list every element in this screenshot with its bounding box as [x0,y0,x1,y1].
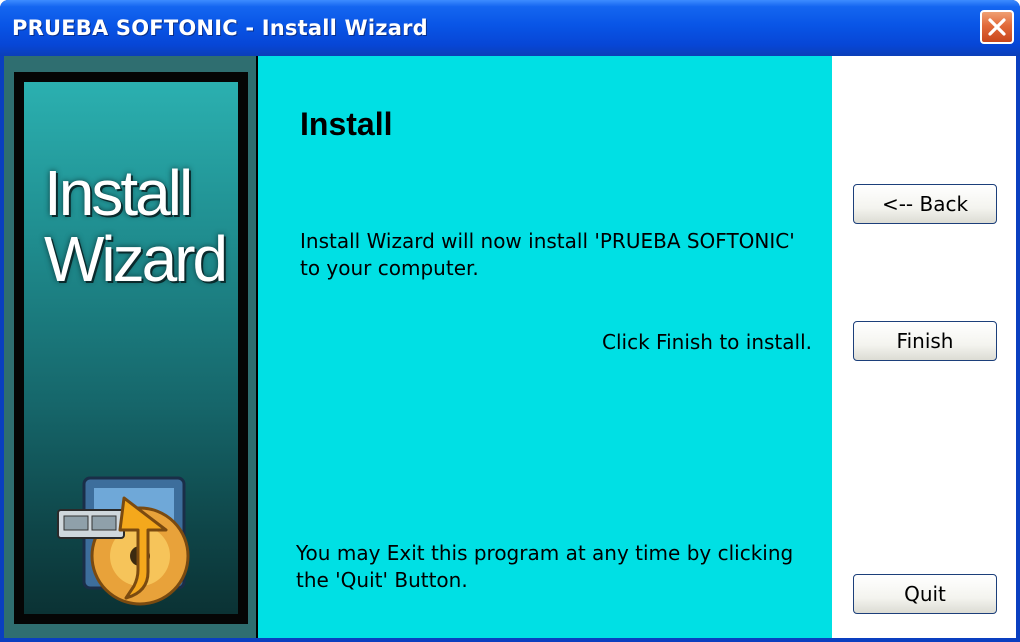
install-info-text: Install Wizard will now install 'PRUEBA … [300,229,795,280]
quit-button[interactable]: Quit [853,574,997,614]
window-title: PRUEBA SOFTONIC - Install Wizard [12,16,428,40]
wizard-banner: Install Wizard [14,72,248,624]
banner-line-1: Install [44,157,193,229]
finish-instruction: Click Finish to install. [602,330,812,354]
close-icon [988,18,1006,36]
exit-note-text: You may Exit this program at any time by… [296,541,794,592]
button-panel: <-- Back Finish Quit [832,56,1016,638]
wizard-content: Install Install Wizard will now install … [258,56,832,638]
finish-button[interactable]: Finish [853,321,997,361]
banner-line-2: Wizard [44,223,228,295]
install-disc-arrow-icon [57,476,190,606]
wizard-sidebar: Install Wizard [4,56,258,638]
installer-window: PRUEBA SOFTONIC - Install Wizard Install… [0,0,1020,642]
close-button[interactable] [980,10,1014,44]
title-bar[interactable]: PRUEBA SOFTONIC - Install Wizard [0,0,1020,56]
wizard-client-area: Install Wizard Install Install Wizard wi… [4,56,1016,638]
banner-title: Install Wizard [44,157,228,295]
page-title: Install [300,106,393,142]
back-button[interactable]: <-- Back [853,184,997,224]
